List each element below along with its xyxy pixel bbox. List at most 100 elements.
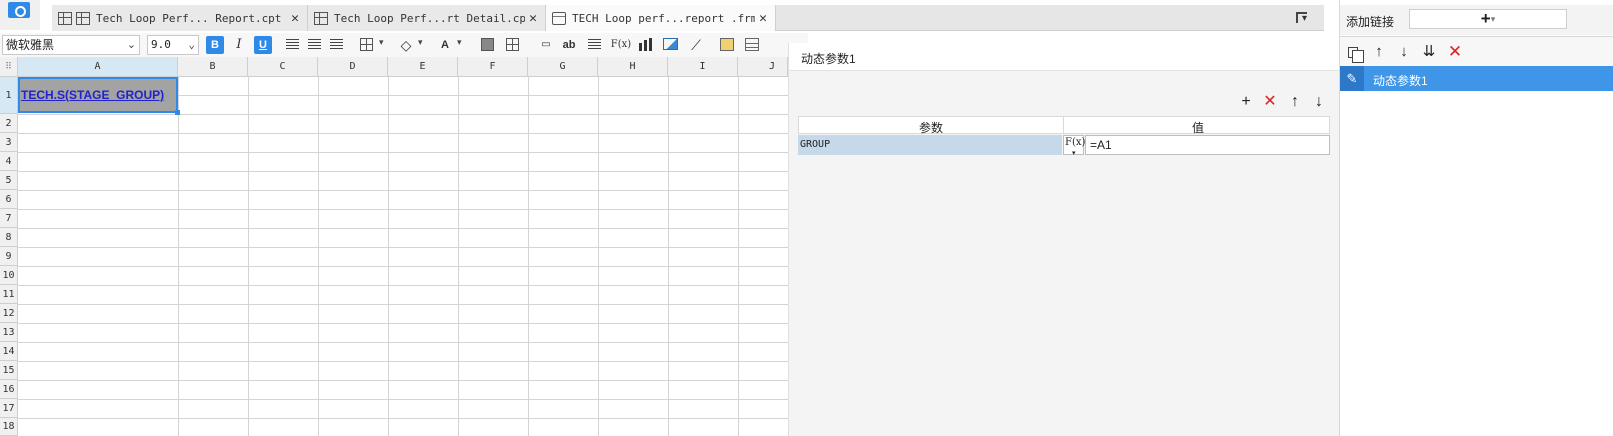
link-item-label: 动态参数1 xyxy=(1373,74,1428,88)
chart-icon[interactable] xyxy=(639,38,653,51)
column-header[interactable]: H xyxy=(598,57,668,77)
row-header[interactable]: 12 xyxy=(0,304,18,323)
close-icon[interactable]: ✕ xyxy=(287,11,303,26)
font-size-value: 9.0 xyxy=(151,38,171,51)
grid-body[interactable] xyxy=(18,77,788,436)
column-header[interactable]: C xyxy=(248,57,318,77)
app-menu-button[interactable] xyxy=(0,0,40,30)
tab-detail-cpt[interactable]: Tech Loop Perf...rt Detail.cpt ✕ xyxy=(308,5,546,31)
copy-icon[interactable] xyxy=(1348,47,1364,63)
align-left-icon[interactable] xyxy=(286,39,299,50)
text-wrap-icon[interactable]: ab xyxy=(560,36,578,54)
row-header[interactable]: 3 xyxy=(0,133,18,152)
row-header[interactable]: 14 xyxy=(0,342,18,361)
add-param-button[interactable]: + xyxy=(1237,93,1255,111)
row-header[interactable]: 6 xyxy=(0,190,18,209)
form-file-icon xyxy=(552,11,566,25)
row-header[interactable]: 8 xyxy=(0,228,18,247)
fill-color-icon[interactable]: ◇ xyxy=(397,36,415,54)
row-header[interactable]: 5 xyxy=(0,171,18,190)
param-name-cell[interactable]: GROUP xyxy=(798,135,1062,155)
sub-report-icon[interactable] xyxy=(745,38,759,51)
row-header[interactable]: 18 xyxy=(0,418,18,436)
split-cell-icon[interactable] xyxy=(506,38,519,51)
row-header[interactable]: 4 xyxy=(0,152,18,171)
row-header[interactable]: 13 xyxy=(0,323,18,342)
row-header[interactable]: 16 xyxy=(0,380,18,399)
chevron-down-icon[interactable]: ▾ xyxy=(457,37,462,48)
column-header[interactable]: J xyxy=(738,57,788,77)
move-bottom-button[interactable]: ⇊ xyxy=(1420,43,1438,61)
chevron-down-icon[interactable]: ▾ xyxy=(418,37,423,48)
merge-cell-icon[interactable] xyxy=(481,38,494,51)
column-header-param: 参数 xyxy=(919,121,944,135)
format-toolbar: 微软雅黑 ⌄ 9.0 ⌄ B I U ▾ ◇ ▾ A ▾ ▭ ab F(x) ⟋ xyxy=(0,33,808,57)
row-header[interactable]: 15 xyxy=(0,361,18,380)
font-family-select[interactable]: 微软雅黑 ⌄ xyxy=(2,35,140,55)
formula-icon[interactable]: F(x) xyxy=(610,36,632,54)
column-header[interactable]: I xyxy=(668,57,738,77)
row-header[interactable]: 7 xyxy=(0,209,18,228)
bold-button[interactable]: B xyxy=(206,36,224,54)
select-all-corner[interactable]: ⠿ xyxy=(0,57,18,77)
column-header[interactable]: G xyxy=(528,57,598,77)
add-link-label: 添加链接 xyxy=(1346,15,1395,29)
row-header[interactable]: 2 xyxy=(0,114,18,133)
cell-a1[interactable]: TECH.S(STAGE_GROUP) xyxy=(18,77,180,115)
close-icon[interactable]: ✕ xyxy=(755,11,771,26)
link-actions-bar: ↑ ↓ ⇊ ✕ xyxy=(1340,36,1613,66)
row-header[interactable]: 9 xyxy=(0,247,18,266)
report-file-icon xyxy=(76,11,90,25)
list-item[interactable]: ✎ 动态参数1 xyxy=(1340,66,1613,91)
font-size-select[interactable]: 9.0 ⌄ xyxy=(147,35,199,55)
tab-label: Tech Loop Perf... Report.cpt * xyxy=(96,11,287,25)
column-header[interactable]: A xyxy=(18,57,178,77)
column-header[interactable]: D xyxy=(318,57,388,77)
row-header[interactable]: 1 xyxy=(0,77,18,114)
paragraph-icon[interactable] xyxy=(588,39,601,50)
row-header[interactable]: 11 xyxy=(0,285,18,304)
chevron-down-icon: ⌄ xyxy=(126,39,136,51)
hyperlink-panel: 添加链接 +▾ ↑ ↓ ⇊ ✕ ✎ 动态参数1 xyxy=(1339,0,1613,436)
tab-label: TECH Loop perf...report .frm * xyxy=(572,11,755,25)
move-up-button[interactable]: ↑ xyxy=(1370,43,1388,61)
table-row[interactable]: GROUP F(x) =A1 xyxy=(798,135,1330,160)
border-icon[interactable] xyxy=(360,38,373,51)
column-header-value: 值 xyxy=(1192,121,1205,135)
tab-strip: Tech Loop Perf... Report.cpt * ✕ Tech Lo… xyxy=(52,5,1324,31)
underline-button[interactable]: U xyxy=(254,36,272,54)
delete-link-button[interactable]: ✕ xyxy=(1446,43,1464,61)
row-header[interactable]: 17 xyxy=(0,399,18,418)
column-header[interactable]: E xyxy=(388,57,458,77)
report-designer-window: Tech Loop Perf... Report.cpt * ✕ Tech Lo… xyxy=(0,0,1613,436)
text-color-icon[interactable]: A xyxy=(436,36,454,54)
align-center-icon[interactable] xyxy=(308,39,321,50)
chevron-down-icon[interactable]: ▾ xyxy=(379,37,384,48)
align-right-icon[interactable] xyxy=(330,39,343,50)
italic-button[interactable]: I xyxy=(230,36,248,54)
formula-button[interactable]: F(x) xyxy=(1063,135,1085,160)
insert-row-icon[interactable]: ▭ xyxy=(537,36,555,54)
move-up-button[interactable]: ↑ xyxy=(1286,93,1304,111)
edit-pencil-icon[interactable]: ✎ xyxy=(1340,66,1364,91)
move-down-button[interactable]: ↓ xyxy=(1395,43,1413,61)
slash-icon[interactable]: ⟋ xyxy=(687,36,705,54)
cell-element-icon[interactable] xyxy=(720,38,734,51)
close-icon[interactable]: ✕ xyxy=(525,11,541,26)
add-link-button[interactable]: +▾ xyxy=(1409,9,1567,29)
spreadsheet-grid: ⠿ A B C D E F G H I J 1 2 3 4 5 6 7 8 9 … xyxy=(0,57,788,436)
report-file-icon xyxy=(314,11,328,25)
param-value-input[interactable]: =A1 xyxy=(1085,135,1330,155)
image-icon[interactable] xyxy=(663,38,678,50)
search-app-icon xyxy=(8,2,30,18)
tab-report-cpt[interactable]: Tech Loop Perf... Report.cpt * ✕ xyxy=(52,5,308,31)
move-down-button[interactable]: ↓ xyxy=(1310,93,1328,111)
tab-list-dropdown-icon[interactable] xyxy=(1296,12,1310,24)
row-header[interactable]: 10 xyxy=(0,266,18,285)
column-header[interactable]: B xyxy=(178,57,248,77)
delete-param-button[interactable]: ✕ xyxy=(1261,93,1279,111)
parameter-table: 参数 值 GROUP F(x) =A1 xyxy=(798,116,1330,160)
tab-report-frm[interactable]: TECH Loop perf...report .frm * ✕ xyxy=(546,5,776,31)
column-header[interactable]: F xyxy=(458,57,528,77)
chevron-down-icon: ▾ xyxy=(1490,14,1496,25)
